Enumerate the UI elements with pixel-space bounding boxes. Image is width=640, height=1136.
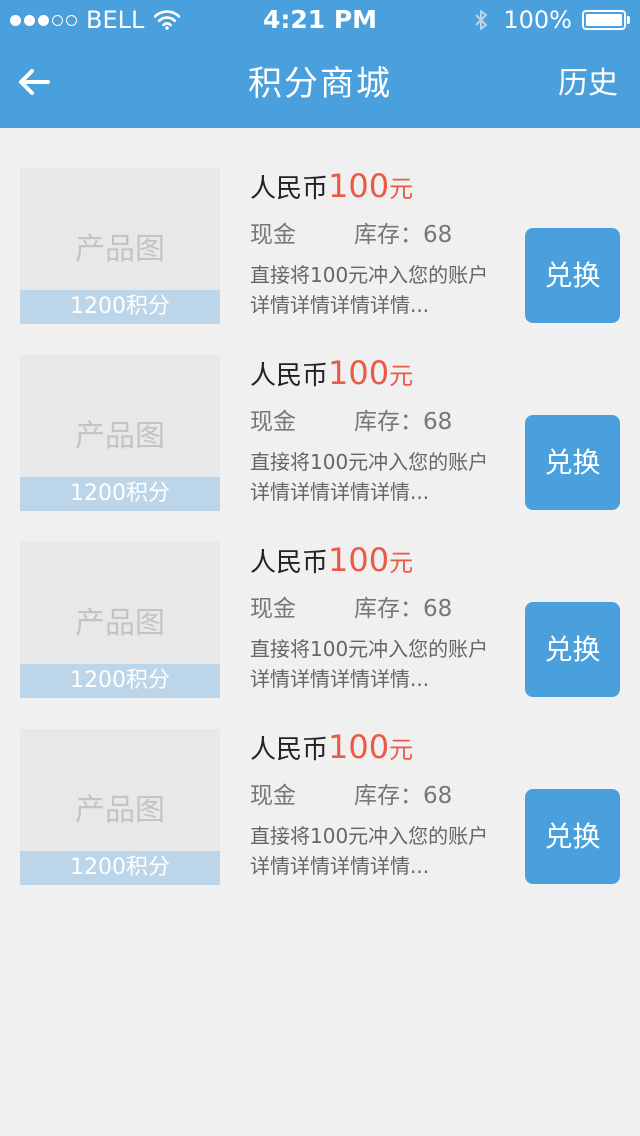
- battery-percent: 100%: [503, 6, 572, 34]
- price-unit: 元: [389, 362, 414, 390]
- description-line: 详情详情详情详情...: [250, 480, 430, 504]
- list-item: 产品图 1200积分 人民币100元 现金 库存：68 直接将100元冲入您的账户…: [0, 729, 640, 885]
- product-stock: 库存：68: [354, 222, 453, 248]
- exchange-button[interactable]: 兑换: [525, 789, 620, 884]
- points-badge: 1200积分: [20, 664, 220, 698]
- list-item: 产品图 1200积分 人民币100元 现金 库存：68 直接将100元冲入您的账户…: [0, 355, 640, 511]
- product-stock: 库存：68: [354, 409, 453, 435]
- product-price: 100: [328, 541, 390, 579]
- product-image: 产品图 1200积分: [20, 168, 220, 324]
- product-description: 直接将100元冲入您的账户 详情详情详情详情...: [250, 634, 515, 694]
- points-badge: 1200积分: [20, 477, 220, 511]
- product-meta: 现金 库存：68: [250, 592, 515, 626]
- battery-icon: [582, 10, 626, 30]
- exchange-button[interactable]: 兑换: [525, 415, 620, 510]
- product-price: 100: [328, 354, 390, 392]
- product-price: 100: [328, 167, 390, 205]
- product-image: 产品图 1200积分: [20, 355, 220, 511]
- product-description: 直接将100元冲入您的账户 详情详情详情详情...: [250, 447, 515, 507]
- product-description: 直接将100元冲入您的账户 详情详情详情详情...: [250, 821, 515, 881]
- bluetooth-icon: [475, 10, 488, 30]
- points-badge: 1200积分: [20, 851, 220, 885]
- product-info: 人民币100元 现金 库存：68 直接将100元冲入您的账户 详情详情详情详情..…: [250, 542, 515, 694]
- product-image-placeholder: 产品图: [75, 793, 165, 828]
- product-title: 人民币100元: [250, 168, 515, 204]
- nav-bar: 积分商城 历史: [0, 40, 640, 128]
- product-meta: 现金 库存：68: [250, 779, 515, 813]
- description-line: 详情详情详情详情...: [250, 667, 430, 691]
- product-category: 现金: [250, 222, 296, 248]
- product-price: 100: [328, 728, 390, 766]
- product-info: 人民币100元 现金 库存：68 直接将100元冲入您的账户 详情详情详情详情..…: [250, 729, 515, 881]
- product-meta: 现金 库存：68: [250, 218, 515, 252]
- product-title: 人民币100元: [250, 355, 515, 391]
- exchange-button[interactable]: 兑换: [525, 602, 620, 697]
- product-info: 人民币100元 现金 库存：68 直接将100元冲入您的账户 详情详情详情详情..…: [250, 168, 515, 320]
- product-info: 人民币100元 现金 库存：68 直接将100元冲入您的账户 详情详情详情详情..…: [250, 355, 515, 507]
- product-title: 人民币100元: [250, 729, 515, 765]
- product-description: 直接将100元冲入您的账户 详情详情详情详情...: [250, 260, 515, 320]
- product-name: 人民币: [250, 361, 329, 391]
- list-item: 产品图 1200积分 人民币100元 现金 库存：68 直接将100元冲入您的账户…: [0, 542, 640, 698]
- battery-fill: [586, 14, 622, 26]
- description-line: 直接将100元冲入您的账户: [250, 824, 489, 848]
- description-line: 直接将100元冲入您的账户: [250, 450, 489, 474]
- product-name: 人民币: [250, 735, 329, 765]
- product-image-placeholder: 产品图: [75, 606, 165, 641]
- product-stock: 库存：68: [354, 783, 453, 809]
- status-bar: BELL 4:21 PM 100%: [0, 0, 640, 40]
- product-list: 产品图 1200积分 人民币100元 现金 库存：68 直接将100元冲入您的账户…: [0, 168, 640, 916]
- product-category: 现金: [250, 783, 296, 809]
- page-title: 积分商城: [248, 64, 392, 104]
- status-bar-right: 100%: [473, 0, 630, 40]
- exchange-button[interactable]: 兑换: [525, 228, 620, 323]
- product-image: 产品图 1200积分: [20, 542, 220, 698]
- product-image-placeholder: 产品图: [75, 419, 165, 454]
- product-category: 现金: [250, 409, 296, 435]
- battery-tip: [627, 16, 630, 24]
- product-image-placeholder: 产品图: [75, 232, 165, 267]
- history-button[interactable]: 历史: [558, 40, 618, 128]
- product-name: 人民币: [250, 548, 329, 578]
- product-name: 人民币: [250, 174, 329, 204]
- price-unit: 元: [389, 736, 414, 764]
- product-title: 人民币100元: [250, 542, 515, 578]
- list-item: 产品图 1200积分 人民币100元 现金 库存：68 直接将100元冲入您的账户…: [0, 168, 640, 324]
- header: BELL 4:21 PM 100% 积分商城 历史: [0, 0, 640, 128]
- description-line: 直接将100元冲入您的账户: [250, 637, 489, 661]
- product-category: 现金: [250, 596, 296, 622]
- description-line: 详情详情详情详情...: [250, 854, 430, 878]
- price-unit: 元: [389, 175, 414, 203]
- description-line: 直接将100元冲入您的账户: [250, 263, 489, 287]
- description-line: 详情详情详情详情...: [250, 293, 430, 317]
- price-unit: 元: [389, 549, 414, 577]
- product-meta: 现金 库存：68: [250, 405, 515, 439]
- product-image: 产品图 1200积分: [20, 729, 220, 885]
- product-stock: 库存：68: [354, 596, 453, 622]
- points-badge: 1200积分: [20, 290, 220, 324]
